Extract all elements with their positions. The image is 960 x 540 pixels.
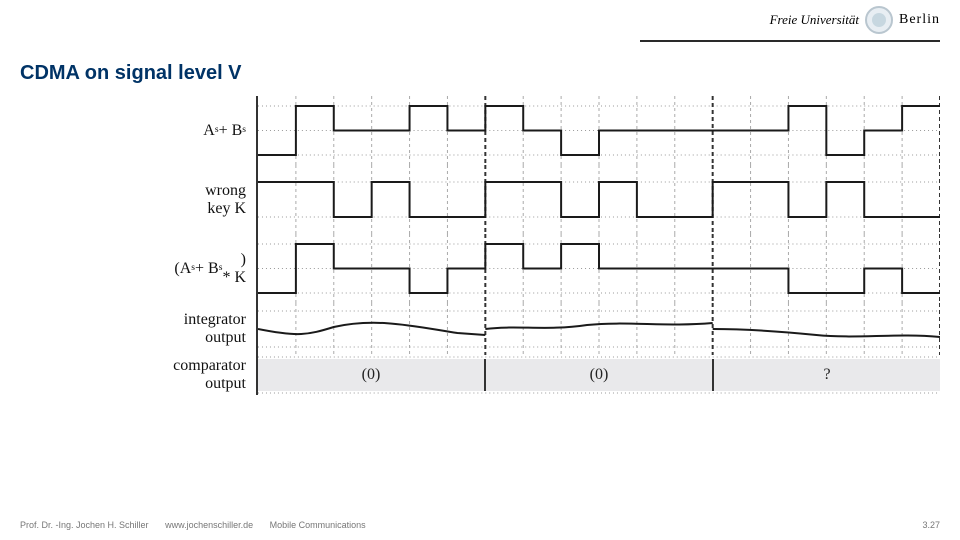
institution-logo: Freie Universität Berlin [770, 6, 940, 34]
row-plot-product [256, 234, 940, 303]
header-rule [640, 40, 940, 42]
brand-prefix: Freie Universität [770, 12, 859, 28]
row-plot-sum [256, 96, 940, 165]
trace-key [258, 182, 940, 217]
row-label-sum: As + Bs [20, 96, 256, 165]
footer-author: Prof. Dr. -Ing. Jochen H. Schiller [20, 520, 149, 530]
brand-city: Berlin [899, 12, 940, 28]
signal-row-comparator: comparatoroutput (0) (0) ? [20, 355, 940, 395]
footer-url: www.jochenschiller.de [165, 520, 253, 530]
row-label-integrator: integratoroutput [20, 303, 256, 355]
row-label-product: (As + Bs)* K [20, 234, 256, 303]
trace-sum [258, 106, 940, 155]
row-plot-key [256, 165, 940, 234]
seal-icon [865, 6, 893, 34]
signal-diagram: As + Bs wrongkey [20, 96, 940, 480]
row-label-key: wrongkey K [20, 165, 256, 234]
footer: Prof. Dr. -Ing. Jochen H. Schiller www.j… [20, 520, 940, 530]
footer-course: Mobile Communications [270, 520, 366, 530]
footer-page: 3.27 [922, 520, 940, 530]
trace-product [258, 244, 940, 293]
signal-row-integrator: integratoroutput [20, 303, 940, 355]
signal-row-product: (As + Bs)* K [20, 234, 940, 303]
row-plot-integrator [256, 303, 940, 355]
signal-row-sum: As + Bs [20, 96, 940, 165]
row-plot-comparator: (0) (0) ? [256, 355, 940, 395]
row-label-comparator: comparatoroutput [20, 355, 256, 395]
signal-row-key: wrongkey K [20, 165, 940, 234]
page-title: CDMA on signal level V [20, 62, 242, 85]
